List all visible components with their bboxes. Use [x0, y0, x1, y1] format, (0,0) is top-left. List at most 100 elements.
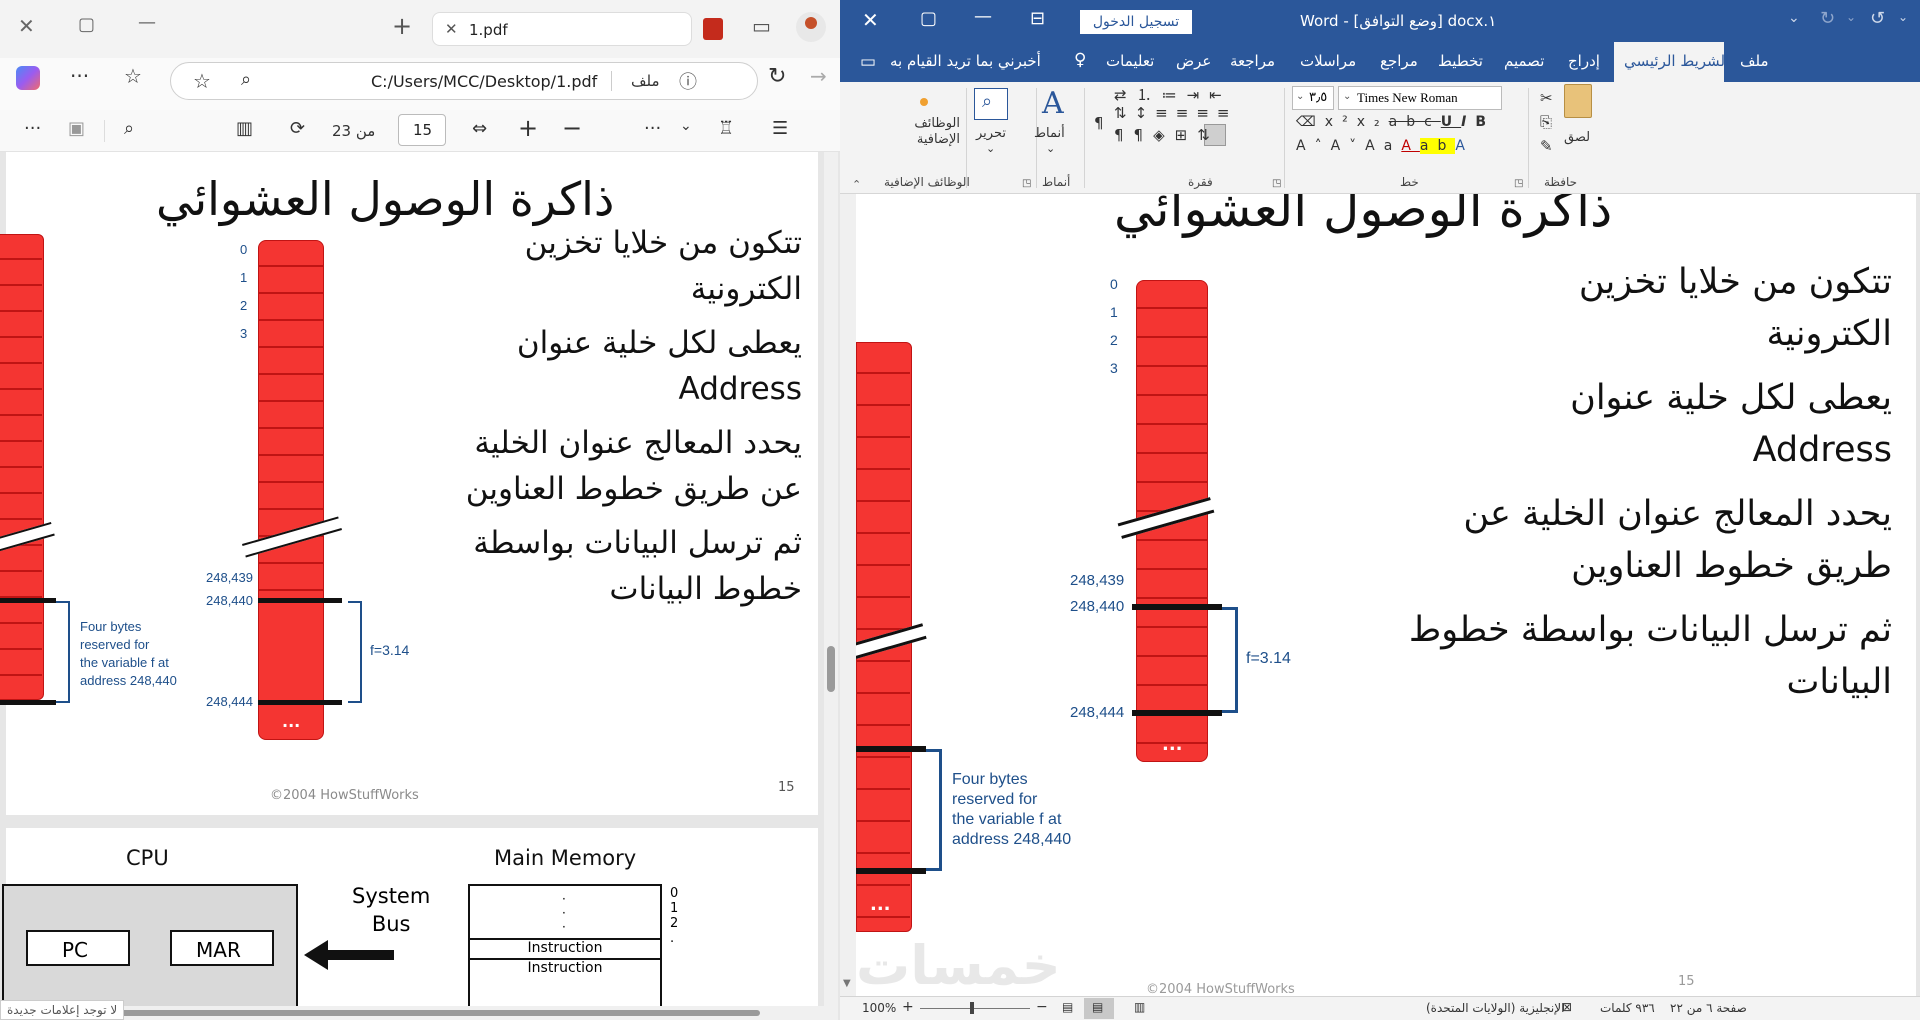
strike-icon[interactable]: abc — [1389, 114, 1441, 130]
find-button[interactable]: ⌕ — [974, 88, 1008, 120]
zoom-out-button[interactable]: − — [1036, 999, 1048, 1015]
editing-dropdown-icon[interactable]: ⌄ — [986, 142, 995, 155]
editing-button[interactable]: تحرير — [976, 126, 1006, 141]
redo-dropdown-icon[interactable]: ⌄ — [1846, 10, 1856, 24]
zoom-in-icon[interactable]: + — [518, 114, 538, 142]
text-effects-icon[interactable]: A — [1455, 138, 1474, 154]
zoom-level[interactable]: 100% — [862, 1001, 896, 1015]
undo-dropdown-icon[interactable]: ⌄ — [1898, 10, 1908, 24]
multilevel-list-icon[interactable]: ⇄ — [1114, 86, 1137, 104]
rotate-icon[interactable]: ⟳ — [290, 118, 305, 139]
find-icon[interactable]: ⌕ — [124, 118, 134, 139]
zoom-out-icon[interactable]: − — [562, 114, 582, 142]
paste-icon[interactable] — [1564, 84, 1592, 118]
word-count[interactable]: ٩٣٦ كلمات — [1600, 1001, 1655, 1015]
pdf-scroll-thumb[interactable] — [827, 646, 835, 692]
signin-button[interactable]: تسجيل الدخول — [1080, 10, 1192, 34]
styles-icon[interactable]: A — [1042, 86, 1064, 121]
word-document-area[interactable]: ذاكرة الوصول العشوائي Four bytes reserved… — [840, 194, 1920, 996]
tab-mailings[interactable]: مراسلات — [1300, 52, 1356, 70]
zoom-in-button[interactable]: + — [902, 999, 914, 1015]
language-status[interactable]: الإنجليزية (الولايات المتحدة) — [1426, 1001, 1564, 1015]
add-favorite-icon[interactable]: ☆ — [193, 69, 211, 93]
sort2-icon[interactable]: ⇅ — [1197, 126, 1220, 144]
clear-format-icon[interactable]: ⌫ — [1296, 114, 1325, 130]
tab-pdf[interactable]: ✕ 1.pdf — [432, 12, 692, 46]
outdent-icon[interactable]: ⇤ — [1209, 86, 1232, 104]
forward-icon[interactable]: → — [810, 64, 827, 88]
format-painter-icon[interactable]: ✎ — [1540, 134, 1553, 158]
cut-icon[interactable]: ✂ — [1540, 86, 1553, 110]
redo-icon[interactable]: ↻ — [1820, 8, 1835, 29]
comments-icon[interactable]: ▭ — [860, 52, 876, 72]
more-icon[interactable]: ··· — [70, 64, 89, 88]
justify-icon[interactable]: ≡ — [1155, 104, 1176, 122]
fit-width-icon[interactable]: ⇔ — [472, 118, 487, 139]
minimize-icon[interactable]: — — [138, 12, 156, 33]
save-icon[interactable]: ▣ — [68, 118, 85, 139]
chevron-down-icon[interactable]: ⌄ — [680, 118, 692, 134]
word-restore-icon[interactable]: ▢ — [920, 8, 937, 29]
grow-font-icon[interactable]: A˄ — [1296, 138, 1331, 154]
sort-icon[interactable]: ⇅ — [1114, 104, 1135, 122]
profile-avatar[interactable] — [796, 12, 826, 42]
subscript-icon[interactable]: x₂ — [1357, 114, 1389, 130]
tab-design[interactable]: تصميم — [1504, 52, 1544, 70]
zoom-slider-thumb[interactable] — [970, 1002, 974, 1014]
change-case-icon[interactable]: Aa — [1365, 138, 1401, 154]
tab-review[interactable]: مراجعة — [1230, 52, 1275, 70]
line-spacing-icon[interactable]: ↕ — [1135, 104, 1156, 122]
font-size-box[interactable]: ⌄ ٣٫٥ — [1292, 86, 1334, 110]
font-launcher-icon[interactable]: ◳ — [1514, 178, 1523, 189]
borders-icon[interactable]: ⊞ — [1175, 126, 1198, 144]
shading-icon[interactable]: ◈ — [1153, 126, 1175, 144]
close-tab-icon[interactable]: ✕ — [445, 20, 458, 38]
read-mode-icon[interactable]: ▥ — [1134, 1000, 1145, 1014]
styles-launcher-icon[interactable]: ◳ — [1022, 178, 1031, 189]
word-close-icon[interactable]: ✕ — [862, 8, 879, 32]
page-count[interactable]: صفحة ٦ من ٢٢ — [1670, 1001, 1747, 1015]
focus-icon[interactable]: ▤ — [1062, 1000, 1073, 1014]
zoom-search-icon[interactable]: ⌕ — [241, 69, 251, 90]
pdf-scrollbar[interactable] — [824, 152, 838, 1020]
addins-icon[interactable] — [920, 98, 928, 106]
copilot-icon[interactable] — [16, 66, 40, 90]
addins-button[interactable]: الوظائف الإضافية — [880, 116, 960, 148]
tab-references[interactable]: مراجع — [1380, 52, 1418, 70]
undo-icon[interactable]: ↺ — [1870, 8, 1885, 29]
styles-dropdown-icon[interactable]: ⌄ — [1046, 142, 1055, 155]
ltr-icon[interactable]: ¶ — [1134, 126, 1154, 144]
tell-me-box[interactable]: أخبرني بما تريد القيام به — [890, 52, 1041, 70]
tab-insert[interactable]: إدراج — [1568, 52, 1600, 70]
refresh-icon[interactable]: ↻ — [768, 64, 786, 89]
highlight-color-icon[interactable]: ab — [1419, 138, 1456, 154]
font-name-box[interactable]: ⌄ Times New Roman — [1338, 86, 1502, 110]
new-tab-icon[interactable]: + — [392, 12, 412, 40]
align-center-icon[interactable]: ≡ — [1196, 104, 1217, 122]
pdf-viewer[interactable]: ذاكرة الوصول العشوائي Four bytes reserved… — [0, 152, 840, 1020]
print-layout-button[interactable]: ▤ — [1084, 998, 1114, 1019]
italic-icon[interactable]: I — [1461, 114, 1475, 130]
word-vscrollbar[interactable]: ▼ — [840, 194, 856, 996]
bold-icon[interactable]: B — [1475, 114, 1495, 130]
maximize-icon[interactable]: ▢ — [78, 14, 95, 35]
ribbon-display-icon[interactable]: ⊟ — [1030, 8, 1045, 29]
favorites-icon[interactable]: ☆ — [124, 64, 142, 88]
rtl-icon[interactable]: ¶ — [1114, 126, 1134, 144]
proofing-icon[interactable]: ⊠ — [1562, 1000, 1572, 1014]
copy-icon[interactable]: ⎘ — [1540, 110, 1553, 134]
draw-more-icon[interactable]: ··· — [644, 118, 661, 139]
paste-button[interactable]: لصق — [1564, 130, 1590, 145]
show-marks-icon[interactable]: ¶ — [1094, 114, 1104, 132]
highlight-icon[interactable]: ♖ — [718, 118, 734, 139]
styles-button[interactable]: أنماط — [1034, 126, 1065, 141]
word-minimize-icon[interactable]: — — [974, 6, 992, 27]
scroll-down-icon[interactable]: ▼ — [843, 978, 851, 989]
bullets-icon[interactable]: ≔ — [1162, 86, 1187, 104]
font-color-icon[interactable]: A — [1401, 138, 1420, 154]
tab-actions-icon[interactable]: ▭ — [752, 14, 771, 38]
close-window-icon[interactable]: ✕ — [18, 14, 35, 38]
indent-icon[interactable]: ⇥ — [1187, 86, 1210, 104]
align-left-icon[interactable]: ≡ — [1176, 104, 1197, 122]
align-right-icon[interactable]: ≡ — [1217, 104, 1238, 122]
